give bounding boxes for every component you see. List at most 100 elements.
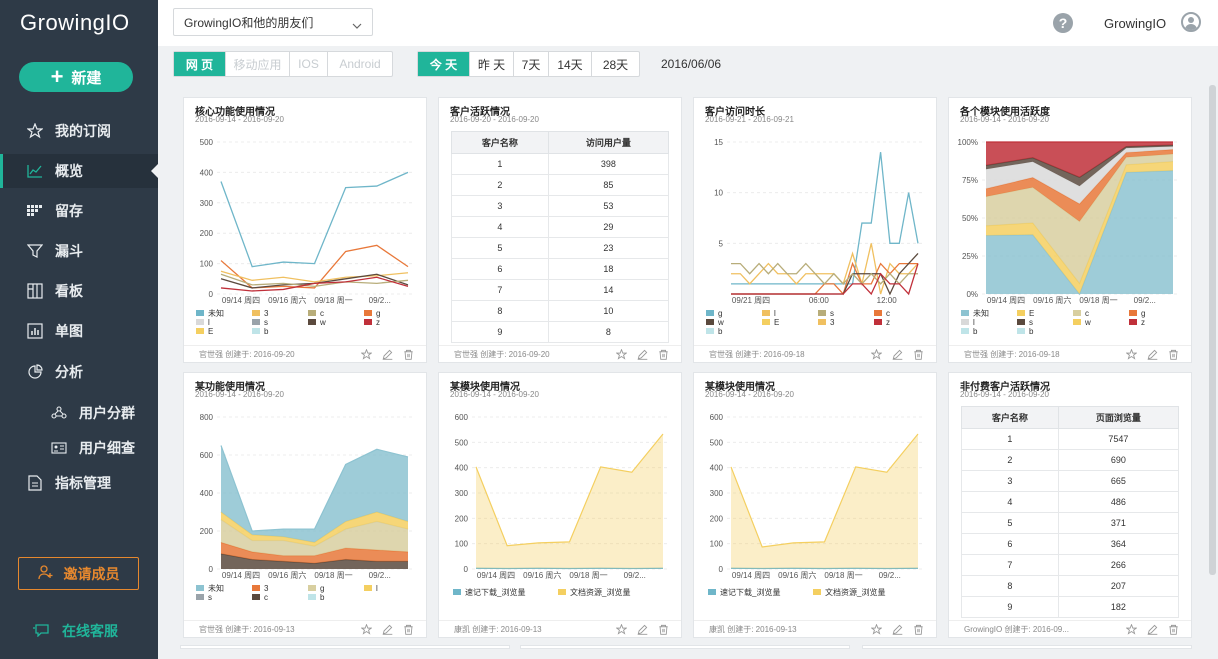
legend-swatch[interactable] (706, 328, 714, 334)
invite-members-button[interactable]: 邀请成员 (18, 557, 139, 590)
legend-swatch[interactable] (1129, 310, 1137, 316)
legend-label[interactable]: g (718, 309, 722, 318)
legend-label[interactable]: s (1029, 318, 1033, 327)
edit-icon[interactable] (382, 349, 393, 362)
legend-label[interactable]: 速记下载_浏览量 (720, 587, 780, 597)
legend-label[interactable]: c (264, 593, 268, 602)
sidebar-item-user-details[interactable]: 用户细查 (0, 435, 158, 461)
tab-7-days[interactable]: 7天 (514, 52, 549, 76)
legend-swatch[interactable] (706, 310, 714, 316)
legend-swatch[interactable] (708, 589, 716, 595)
edit-icon[interactable] (637, 349, 648, 362)
legend-swatch[interactable] (252, 594, 260, 600)
star-icon[interactable] (1125, 623, 1138, 637)
star-icon[interactable] (615, 348, 628, 362)
sidebar-item-analysis[interactable]: 分析 (0, 355, 158, 389)
legend-label[interactable]: c (320, 309, 324, 318)
tab-28-days[interactable]: 28天 (592, 52, 639, 76)
legend-swatch[interactable] (364, 319, 372, 325)
sidebar-item-single-chart[interactable]: 单图 (0, 314, 158, 348)
legend-label[interactable]: l (208, 318, 210, 327)
series-line[interactable] (731, 243, 919, 295)
legend-label[interactable]: 3 (264, 584, 269, 593)
trash-icon[interactable] (913, 624, 924, 637)
trash-icon[interactable] (913, 349, 924, 362)
column-header[interactable]: 客户名称 (961, 406, 1059, 429)
logo[interactable]: GrowingIO (20, 10, 130, 36)
star-icon[interactable] (1125, 348, 1138, 362)
legend-swatch[interactable] (252, 585, 260, 591)
dashboard-card[interactable]: 非付费客户活跃情况 2016-09-14 - 2016-09-20 GrowingI… (948, 372, 1192, 638)
legend-swatch[interactable] (252, 328, 260, 334)
star-icon[interactable] (615, 623, 628, 637)
column-header[interactable]: 访问用户量 (547, 131, 670, 154)
legend-swatch[interactable] (196, 585, 204, 591)
legend-swatch[interactable] (196, 594, 204, 600)
new-button[interactable]: + 新建 (19, 62, 133, 92)
legend-swatch[interactable] (196, 328, 204, 334)
legend-swatch[interactable] (1017, 319, 1025, 325)
sidebar-item-retention[interactable]: 留存 (0, 194, 158, 228)
legend-label[interactable]: E (774, 318, 779, 327)
legend-label[interactable]: l (973, 318, 975, 327)
legend-label[interactable]: s (208, 593, 212, 602)
legend-label[interactable]: z (886, 318, 890, 327)
legend-label[interactable]: b (264, 327, 269, 336)
legend-label[interactable]: c (886, 309, 890, 318)
legend-swatch[interactable] (762, 319, 770, 325)
sidebar-item-funnel[interactable]: 漏斗 (0, 234, 158, 268)
sidebar-item-board[interactable]: 看板 (0, 274, 158, 308)
online-support-link[interactable]: 在线客服 (32, 621, 118, 641)
edit-icon[interactable] (382, 624, 393, 637)
legend-label[interactable]: 未知 (208, 308, 224, 318)
column-header[interactable]: 页面浏览量 (1057, 406, 1180, 429)
legend-label[interactable]: z (376, 318, 380, 327)
series-line[interactable] (731, 263, 919, 296)
legend-swatch[interactable] (813, 589, 821, 595)
trash-icon[interactable] (658, 349, 669, 362)
edit-icon[interactable] (1147, 349, 1158, 362)
star-icon[interactable] (360, 623, 373, 637)
legend-label[interactable]: 3 (264, 309, 269, 318)
legend-swatch[interactable] (196, 310, 204, 316)
dashboard-card[interactable]: 客户访问时长 2016-09-21 - 2016-09-21 官世强 创建于: 20… (693, 97, 937, 363)
legend-label[interactable]: 文档资源_浏览量 (570, 587, 630, 597)
legend-swatch[interactable] (308, 585, 316, 591)
series-area[interactable] (476, 433, 663, 569)
legend-swatch[interactable] (874, 310, 882, 316)
legend-swatch[interactable] (1017, 328, 1025, 334)
legend-swatch[interactable] (818, 319, 826, 325)
legend-label[interactable]: E (1029, 309, 1034, 318)
legend-swatch[interactable] (453, 589, 461, 595)
project-select[interactable]: GrowingIO和他的朋友们 (173, 8, 373, 36)
legend-swatch[interactable] (558, 589, 566, 595)
scrollbar[interactable] (1209, 85, 1216, 575)
dashboard-card[interactable]: 核心功能使用情况 2016-09-14 - 2016-09-20 官世强 创建于: … (183, 97, 427, 363)
dashboard-card[interactable]: 各个模块使用活跃度 2016-09-14 - 2016-09-20 官世强 创建于:… (948, 97, 1192, 363)
tab-mobile-app[interactable]: 移动应用 (226, 52, 290, 76)
sidebar-item-subscriptions[interactable]: 我的订阅 (0, 114, 158, 148)
legend-swatch[interactable] (762, 310, 770, 316)
tab-today[interactable]: 今 天 (418, 52, 470, 76)
series-line[interactable] (731, 261, 918, 296)
trash-icon[interactable] (1168, 624, 1179, 637)
legend-swatch[interactable] (196, 319, 204, 325)
legend-label[interactable]: E (208, 327, 213, 336)
legend-label[interactable]: b (320, 593, 325, 602)
legend-label[interactable]: w (319, 318, 326, 327)
legend-swatch[interactable] (1129, 319, 1137, 325)
legend-label[interactable]: g (1141, 309, 1145, 318)
legend-swatch[interactable] (308, 594, 316, 600)
trash-icon[interactable] (1168, 349, 1179, 362)
legend-swatch[interactable] (961, 310, 969, 316)
tab-web[interactable]: 网 页 (174, 52, 226, 76)
star-icon[interactable] (870, 623, 883, 637)
tab-yesterday[interactable]: 昨 天 (470, 52, 514, 76)
sidebar-item-user-segments[interactable]: 用户分群 (0, 400, 158, 426)
edit-icon[interactable] (892, 624, 903, 637)
legend-swatch[interactable] (308, 310, 316, 316)
legend-label[interactable]: b (718, 327, 723, 336)
trash-icon[interactable] (403, 624, 414, 637)
avatar[interactable] (1181, 12, 1201, 32)
legend-swatch[interactable] (252, 319, 260, 325)
